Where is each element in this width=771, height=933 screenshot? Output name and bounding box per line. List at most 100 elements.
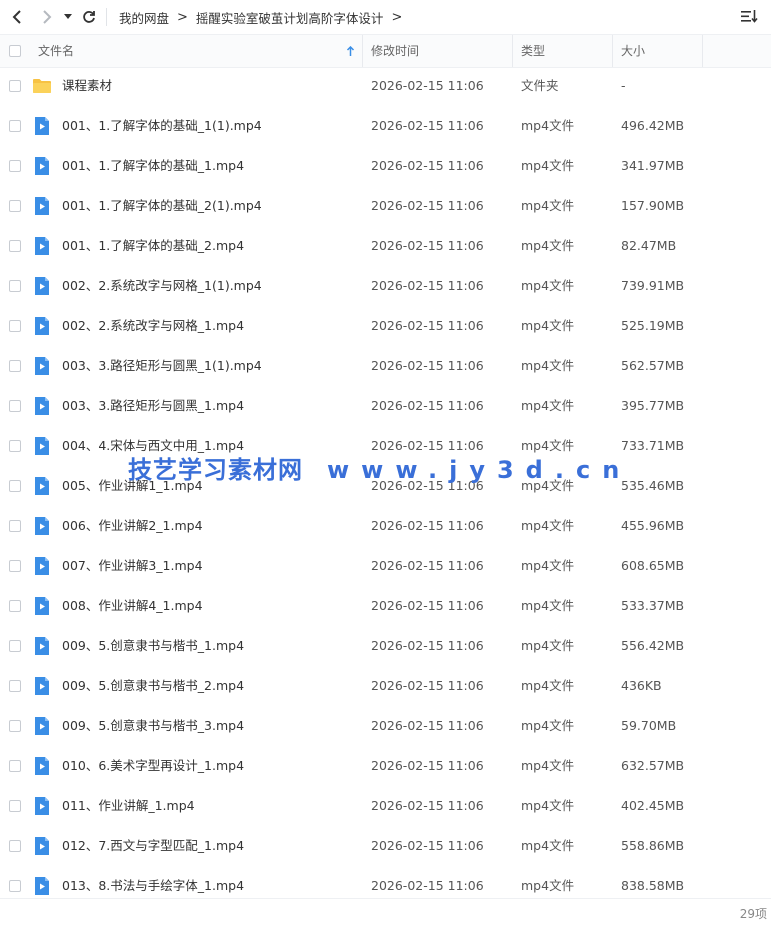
file-row[interactable]: 001、1.了解字体的基础_2.mp4 2026-02-15 11:06 mp4文件…: [0, 226, 771, 266]
file-name[interactable]: 001、1.了解字体的基础_2.mp4: [62, 226, 244, 266]
file-type: mp4文件: [521, 558, 575, 573]
column-divider[interactable]: [612, 35, 613, 67]
row-checkbox[interactable]: [9, 440, 21, 452]
file-row[interactable]: 008、作业讲解4_1.mp4 2026-02-15 11:06 mp4文件 533.…: [0, 586, 771, 626]
file-name[interactable]: 006、作业讲解2_1.mp4: [62, 506, 203, 546]
file-type: mp4文件: [521, 278, 575, 293]
file-row[interactable]: 001、1.了解字体的基础_1.mp4 2026-02-15 11:06 mp4文件…: [0, 146, 771, 186]
row-checkbox[interactable]: [9, 320, 21, 332]
file-type: mp4文件: [521, 638, 575, 653]
file-row[interactable]: 009、5.创意隶书与楷书_1.mp4 2026-02-15 11:06 mp4文件…: [0, 626, 771, 666]
breadcrumb-root[interactable]: 我的网盘: [119, 8, 169, 27]
file-row[interactable]: 011、作业讲解_1.mp4 2026-02-15 11:06 mp4文件 402.4…: [0, 786, 771, 826]
file-row[interactable]: 001、1.了解字体的基础_2(1).mp4 2026-02-15 11:06 mp…: [0, 186, 771, 226]
file-name[interactable]: 001、1.了解字体的基础_1(1).mp4: [62, 106, 262, 146]
file-name[interactable]: 010、6.美术字型再设计_1.mp4: [62, 746, 244, 786]
history-dropdown-button[interactable]: [60, 6, 76, 28]
file-type: mp4文件: [521, 198, 575, 213]
row-checkbox[interactable]: [9, 280, 21, 292]
back-button[interactable]: [6, 6, 28, 28]
row-checkbox[interactable]: [9, 880, 21, 892]
file-size: 558.86MB: [621, 838, 685, 853]
file-name[interactable]: 001、1.了解字体的基础_1.mp4: [62, 146, 244, 186]
file-row[interactable]: 002、2.系统改字与网格_1(1).mp4 2026-02-15 11:06 mp…: [0, 266, 771, 306]
column-type-header[interactable]: 类型: [521, 35, 545, 67]
video-file-icon: [32, 796, 52, 816]
row-checkbox[interactable]: [9, 80, 21, 92]
column-divider[interactable]: [362, 35, 363, 67]
row-checkbox[interactable]: [9, 680, 21, 692]
file-size: 157.90MB: [621, 198, 685, 213]
file-modified: 2026-02-15 11:06: [371, 718, 484, 733]
column-size-header[interactable]: 大小: [621, 35, 645, 67]
file-name[interactable]: 009、5.创意隶书与楷书_2.mp4: [62, 666, 244, 706]
file-size: 525.19MB: [621, 318, 685, 333]
column-name-header[interactable]: 文件名: [38, 35, 74, 67]
file-row[interactable]: 010、6.美术字型再设计_1.mp4 2026-02-15 11:06 mp4文件…: [0, 746, 771, 786]
file-row[interactable]: 009、5.创意隶书与楷书_2.mp4 2026-02-15 11:06 mp4文件…: [0, 666, 771, 706]
row-checkbox[interactable]: [9, 160, 21, 172]
forward-button[interactable]: [36, 6, 58, 28]
file-type: mp4文件: [521, 158, 575, 173]
breadcrumb-current[interactable]: 摇醒实验室破茧计划高阶字体设计: [196, 8, 384, 27]
row-checkbox[interactable]: [9, 760, 21, 772]
file-name[interactable]: 008、作业讲解4_1.mp4: [62, 586, 203, 626]
file-modified: 2026-02-15 11:06: [371, 238, 484, 253]
file-type: mp4文件: [521, 318, 575, 333]
video-file-icon: [32, 476, 52, 496]
file-row[interactable]: 课程素材 2026-02-15 11:06 文件夹 -: [0, 66, 771, 106]
file-row[interactable]: 001、1.了解字体的基础_1(1).mp4 2026-02-15 11:06 mp…: [0, 106, 771, 146]
column-divider[interactable]: [702, 35, 703, 67]
file-name[interactable]: 007、作业讲解3_1.mp4: [62, 546, 203, 586]
row-checkbox[interactable]: [9, 360, 21, 372]
file-name[interactable]: 011、作业讲解_1.mp4: [62, 786, 195, 826]
breadcrumb: 我的网盘 > 摇醒实验室破茧计划高阶字体设计 >: [119, 8, 410, 27]
row-checkbox[interactable]: [9, 840, 21, 852]
file-type: mp4文件: [521, 718, 575, 733]
file-name[interactable]: 001、1.了解字体的基础_2(1).mp4: [62, 186, 262, 226]
row-checkbox[interactable]: [9, 480, 21, 492]
file-name[interactable]: 009、5.创意隶书与楷书_1.mp4: [62, 626, 244, 666]
file-name[interactable]: 012、7.西文与字型匹配_1.mp4: [62, 826, 244, 866]
file-name[interactable]: 009、5.创意隶书与楷书_3.mp4: [62, 706, 244, 746]
breadcrumb-separator-icon: >: [391, 9, 403, 25]
sort-ascending-icon[interactable]: [346, 35, 355, 67]
file-row[interactable]: 006、作业讲解2_1.mp4 2026-02-15 11:06 mp4文件 455.…: [0, 506, 771, 546]
file-name[interactable]: 002、2.系统改字与网格_1.mp4: [62, 306, 244, 346]
file-row[interactable]: 012、7.西文与字型匹配_1.mp4 2026-02-15 11:06 mp4文件…: [0, 826, 771, 866]
video-file-icon: [32, 716, 52, 736]
video-file-icon: [32, 316, 52, 336]
row-checkbox[interactable]: [9, 720, 21, 732]
file-name[interactable]: 003、3.路径矩形与圆黑_1(1).mp4: [62, 346, 262, 386]
row-checkbox[interactable]: [9, 800, 21, 812]
row-checkbox[interactable]: [9, 120, 21, 132]
row-checkbox[interactable]: [9, 520, 21, 532]
row-checkbox[interactable]: [9, 560, 21, 572]
row-checkbox[interactable]: [9, 600, 21, 612]
file-modified: 2026-02-15 11:06: [371, 398, 484, 413]
file-row[interactable]: 002、2.系统改字与网格_1.mp4 2026-02-15 11:06 mp4文件…: [0, 306, 771, 346]
refresh-button[interactable]: [78, 6, 100, 28]
row-checkbox[interactable]: [9, 200, 21, 212]
file-modified: 2026-02-15 11:06: [371, 558, 484, 573]
file-type: mp4文件: [521, 358, 575, 373]
row-checkbox[interactable]: [9, 640, 21, 652]
folder-icon: [32, 76, 52, 96]
column-divider[interactable]: [512, 35, 513, 67]
column-modified-header[interactable]: 修改时间: [371, 35, 419, 67]
view-sort-button[interactable]: [739, 7, 761, 27]
file-row[interactable]: 003、3.路径矩形与圆黑_1(1).mp4 2026-02-15 11:06 mp…: [0, 346, 771, 386]
row-checkbox[interactable]: [9, 400, 21, 412]
row-checkbox[interactable]: [9, 240, 21, 252]
file-row[interactable]: 007、作业讲解3_1.mp4 2026-02-15 11:06 mp4文件 608.…: [0, 546, 771, 586]
chevron-right-icon: [43, 10, 52, 24]
file-size: 59.70MB: [621, 718, 677, 733]
file-name[interactable]: 003、3.路径矩形与圆黑_1.mp4: [62, 386, 244, 426]
file-type: mp4文件: [521, 678, 575, 693]
file-row[interactable]: 003、3.路径矩形与圆黑_1.mp4 2026-02-15 11:06 mp4文件…: [0, 386, 771, 426]
file-row[interactable]: 009、5.创意隶书与楷书_3.mp4 2026-02-15 11:06 mp4文件…: [0, 706, 771, 746]
select-all-checkbox[interactable]: [9, 45, 21, 57]
file-name[interactable]: 课程素材: [62, 66, 112, 106]
file-size: 562.57MB: [621, 358, 685, 373]
file-name[interactable]: 002、2.系统改字与网格_1(1).mp4: [62, 266, 262, 306]
